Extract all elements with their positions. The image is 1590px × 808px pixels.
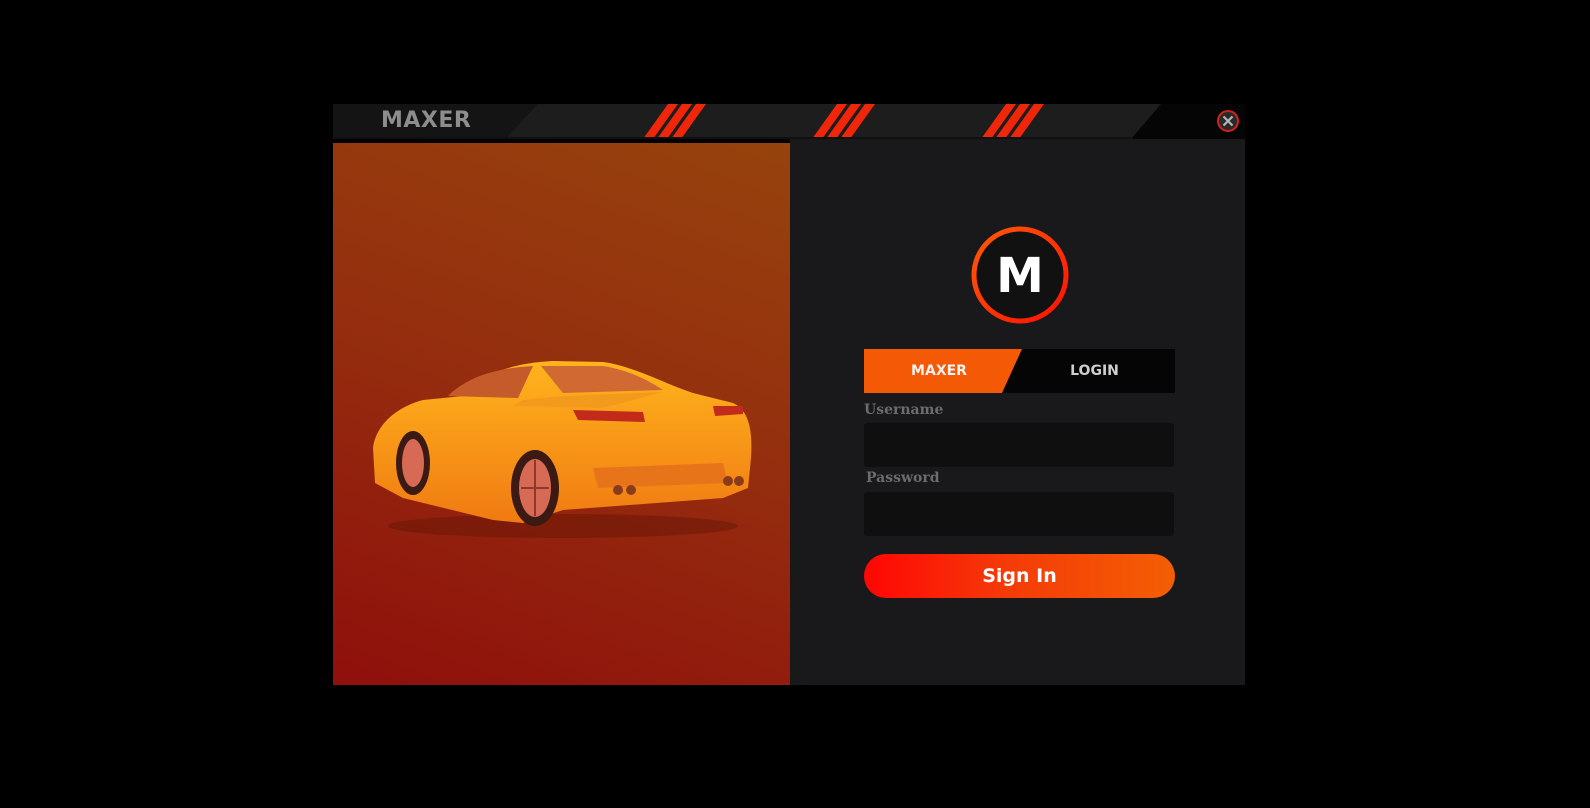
- title-bar[interactable]: MAXER: [333, 104, 1245, 139]
- username-field[interactable]: [864, 423, 1174, 467]
- login-panel: M MAXER LOGIN Username Password Sign In: [790, 139, 1245, 685]
- username-label: Username: [864, 402, 944, 418]
- app-title: MAXER: [381, 108, 472, 133]
- tab-login[interactable]: LOGIN: [1014, 349, 1175, 393]
- hero-panel: [333, 143, 790, 685]
- password-label: Password: [866, 470, 940, 486]
- tab-bar: MAXER LOGIN: [864, 349, 1175, 393]
- password-field[interactable]: [864, 492, 1174, 536]
- tab-maxer[interactable]: MAXER: [864, 349, 1014, 393]
- sign-in-button[interactable]: Sign In: [864, 554, 1175, 598]
- logo-letter: M: [996, 248, 1044, 304]
- close-circle-icon[interactable]: [1216, 109, 1240, 133]
- sports-car-image: [373, 361, 752, 538]
- brand-logo: M: [971, 226, 1069, 324]
- login-window: MAXER M MAXER LOGIN Username Password Si…: [333, 104, 1245, 685]
